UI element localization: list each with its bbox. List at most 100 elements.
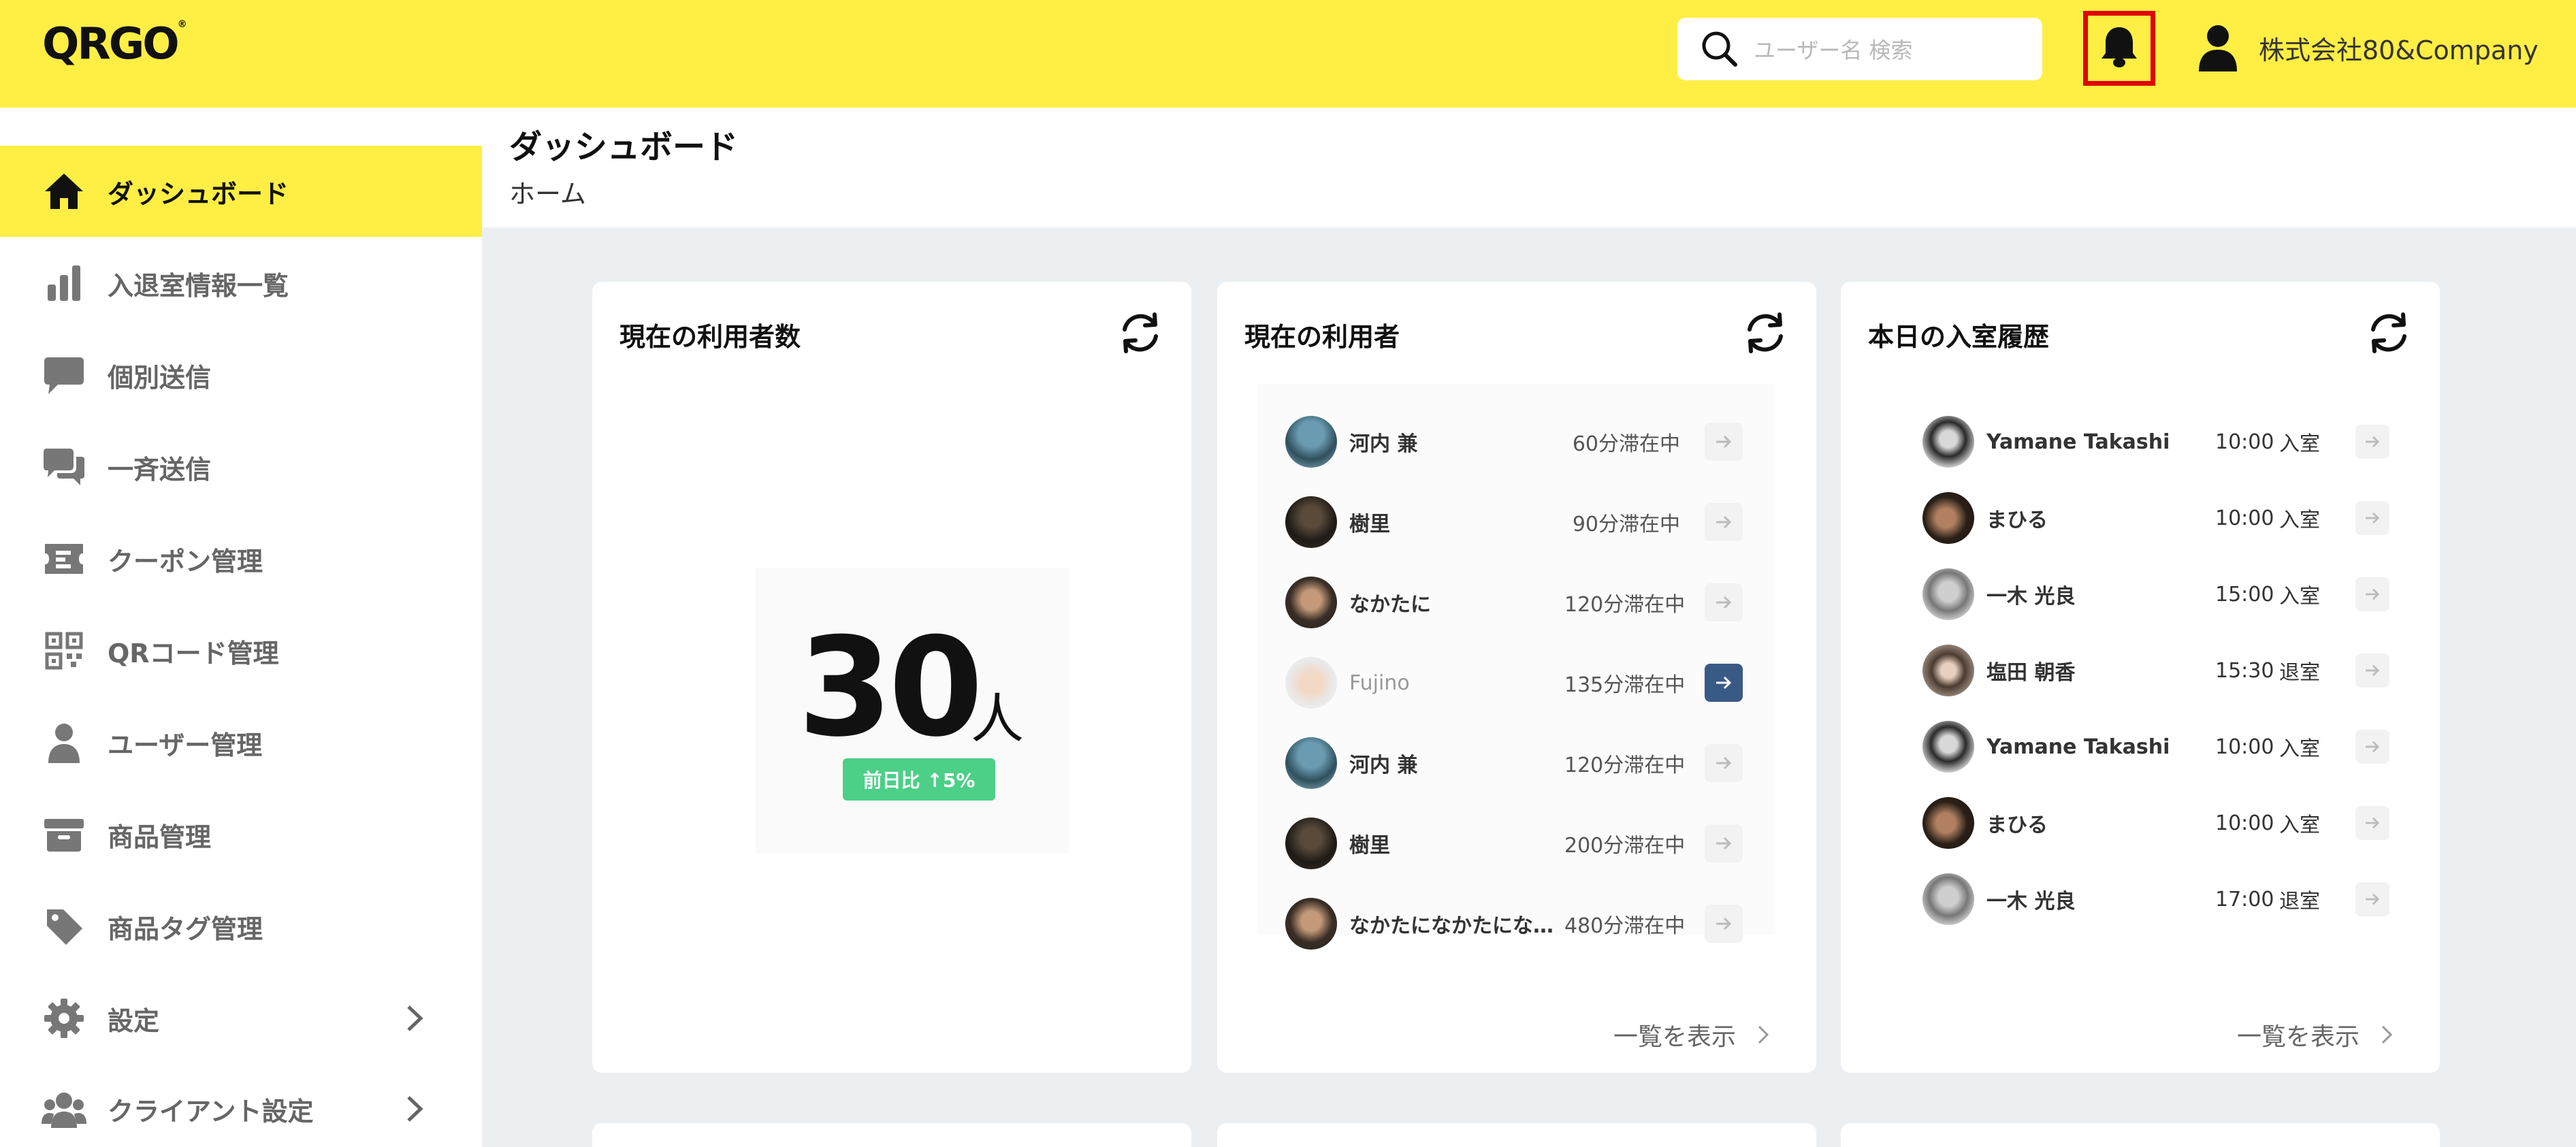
list-item[interactable]: Yamane Takashi 10:00 入室	[1922, 716, 2389, 777]
sidebar-item-label: 個別送信	[108, 362, 212, 393]
qr-code-icon	[41, 628, 87, 674]
card-title: 現在の利用者	[1244, 322, 1400, 352]
arrow-right-icon[interactable]	[2355, 501, 2389, 535]
sidebar-item-entry-exit[interactable]: 入退室情報一覧	[0, 238, 482, 329]
sidebar: ダッシュボード 入退室情報一覧 個別送信 一斉送信 クーポン管理 QRコード管理	[0, 108, 482, 1147]
page-title: ダッシュボード	[509, 128, 739, 166]
chevron-right-icon	[1758, 1025, 1769, 1044]
app-logo[interactable]: QRGO®	[42, 19, 187, 69]
entry-type: 入室	[2279, 508, 2320, 532]
refresh-icon[interactable]	[2365, 309, 2413, 357]
arrow-right-icon[interactable]	[2355, 653, 2389, 688]
user-name: 河内 兼	[1349, 432, 1418, 456]
list-item[interactable]: まひる 10:00 入室	[1922, 487, 2389, 549]
breadcrumb[interactable]: ホーム	[509, 173, 586, 210]
show-all-link[interactable]: 一覧を表示	[2237, 1017, 2394, 1052]
users-icon	[41, 1086, 87, 1132]
card-title: 本日の入室履歴	[1868, 322, 2050, 352]
notification-button[interactable]	[2083, 11, 2155, 86]
user-icon	[2196, 23, 2240, 72]
show-all-link[interactable]: 一覧を表示	[1613, 1017, 1770, 1052]
sidebar-item-settings[interactable]: 設定	[0, 973, 482, 1064]
entry-type: 入室	[2279, 737, 2320, 761]
avatar	[1285, 737, 1337, 789]
user-name: なかたになかたにな...	[1349, 914, 1553, 938]
avatar	[1285, 577, 1337, 628]
avatar	[1285, 898, 1337, 950]
next-card	[1217, 1123, 1816, 1147]
avatar	[1285, 657, 1337, 709]
list-item[interactable]: 樹里 200分滞在中	[1285, 813, 1748, 874]
list-item[interactable]: Fujino 135分滞在中	[1285, 652, 1748, 713]
list-item[interactable]: 一木 光良 17:00 退室	[1922, 869, 2389, 930]
stay-duration: 60分滞在中	[1572, 432, 1680, 456]
sidebar-item-label: 商品管理	[108, 822, 212, 852]
list-item[interactable]: まひる 10:00 入室	[1922, 792, 2389, 854]
sidebar-item-individual-send[interactable]: 個別送信	[0, 329, 482, 421]
search-input[interactable]: ユーザー名 検索	[1754, 33, 1913, 65]
bar-chart-icon	[41, 260, 87, 306]
user-count-unit: 人	[971, 689, 1025, 750]
sidebar-item-client-settings[interactable]: クライアント設定	[0, 1063, 482, 1147]
tag-icon	[41, 903, 87, 950]
avatar	[1922, 873, 1974, 925]
list-item[interactable]: 河内 兼 60分滞在中	[1285, 411, 1748, 472]
sidebar-item-dashboard[interactable]: ダッシュボード	[0, 146, 482, 237]
refresh-icon[interactable]	[1741, 309, 1789, 357]
sidebar-item-user-management[interactable]: ユーザー管理	[0, 697, 482, 788]
user-name: 一木 光良	[1986, 890, 2076, 914]
arrow-right-icon[interactable]	[1705, 905, 1743, 943]
sidebar-item-label: 一斉送信	[108, 454, 212, 485]
home-icon	[41, 168, 87, 214]
time: 10:00	[2215, 734, 2274, 759]
entry-type: 退室	[2279, 661, 2320, 685]
arrow-right-icon[interactable]	[2355, 577, 2389, 611]
avatar	[1922, 416, 1974, 468]
sidebar-item-qrcode[interactable]: QRコード管理	[0, 605, 482, 696]
account-menu[interactable]: 株式会社80&Company	[2196, 20, 2539, 75]
time: 17:00	[2215, 887, 2274, 911]
list-item[interactable]: Yamane Takashi 10:00 入室	[1922, 411, 2389, 472]
list-item[interactable]: 河内 兼 120分滞在中	[1285, 732, 1748, 794]
avatar	[1285, 416, 1337, 468]
list-item[interactable]: なかたに 120分滞在中	[1285, 572, 1748, 633]
list-item[interactable]: 樹里 90分滞在中	[1285, 491, 1748, 553]
sidebar-item-label: QRコード管理	[108, 638, 279, 668]
chevron-right-icon	[407, 1005, 423, 1031]
current-user-count-card: 現在の利用者数 30 人 前日比 ↑5%	[592, 282, 1191, 1073]
sidebar-item-broadcast[interactable]: 一斉送信	[0, 421, 482, 513]
arrow-right-icon[interactable]	[1705, 664, 1743, 702]
person-icon	[41, 720, 87, 766]
avatar	[1922, 797, 1974, 849]
arrow-right-icon[interactable]	[1705, 583, 1743, 621]
user-count-number: 30	[798, 609, 983, 767]
card-title: 現在の利用者数	[619, 322, 801, 352]
arrow-right-icon[interactable]	[2355, 806, 2389, 840]
arrow-right-icon[interactable]	[1705, 423, 1743, 461]
history-list: Yamane Takashi 10:00 入室 まひる 10:00 入室 一木 …	[1895, 384, 2413, 925]
arrow-right-icon[interactable]	[1705, 503, 1743, 541]
search-box[interactable]: ユーザー名 検索	[1677, 18, 2042, 80]
list-item[interactable]: 一木 光良 15:00 入室	[1922, 564, 2389, 625]
arrow-right-icon[interactable]	[1705, 824, 1743, 862]
refresh-icon[interactable]	[1116, 309, 1164, 357]
list-item[interactable]: なかたになかたにな... 480分滞在中	[1285, 893, 1748, 954]
time: 10:00	[2215, 506, 2274, 530]
entry-type: 退室	[2279, 890, 2320, 914]
arrow-right-icon[interactable]	[1705, 744, 1743, 782]
show-all-label: 一覧を表示	[1613, 1023, 1737, 1051]
sidebar-item-products[interactable]: 商品管理	[0, 789, 482, 880]
arrow-right-icon[interactable]	[2355, 425, 2389, 459]
user-name: 樹里	[1349, 513, 1390, 536]
page-header: ダッシュボード ホーム	[482, 108, 2576, 227]
avatar	[1285, 818, 1337, 869]
arrow-right-icon[interactable]	[2355, 882, 2389, 916]
chevron-right-icon	[2381, 1025, 2393, 1044]
entry-type: 入室	[2279, 432, 2320, 456]
time: 15:00	[2215, 582, 2274, 607]
time: 15:30	[2215, 658, 2274, 683]
list-item[interactable]: 塩田 朝香 15:30 退室	[1922, 640, 2389, 701]
arrow-right-icon[interactable]	[2355, 730, 2389, 764]
sidebar-item-coupon[interactable]: クーポン管理	[0, 513, 482, 604]
sidebar-item-product-tags[interactable]: 商品タグ管理	[0, 881, 482, 972]
